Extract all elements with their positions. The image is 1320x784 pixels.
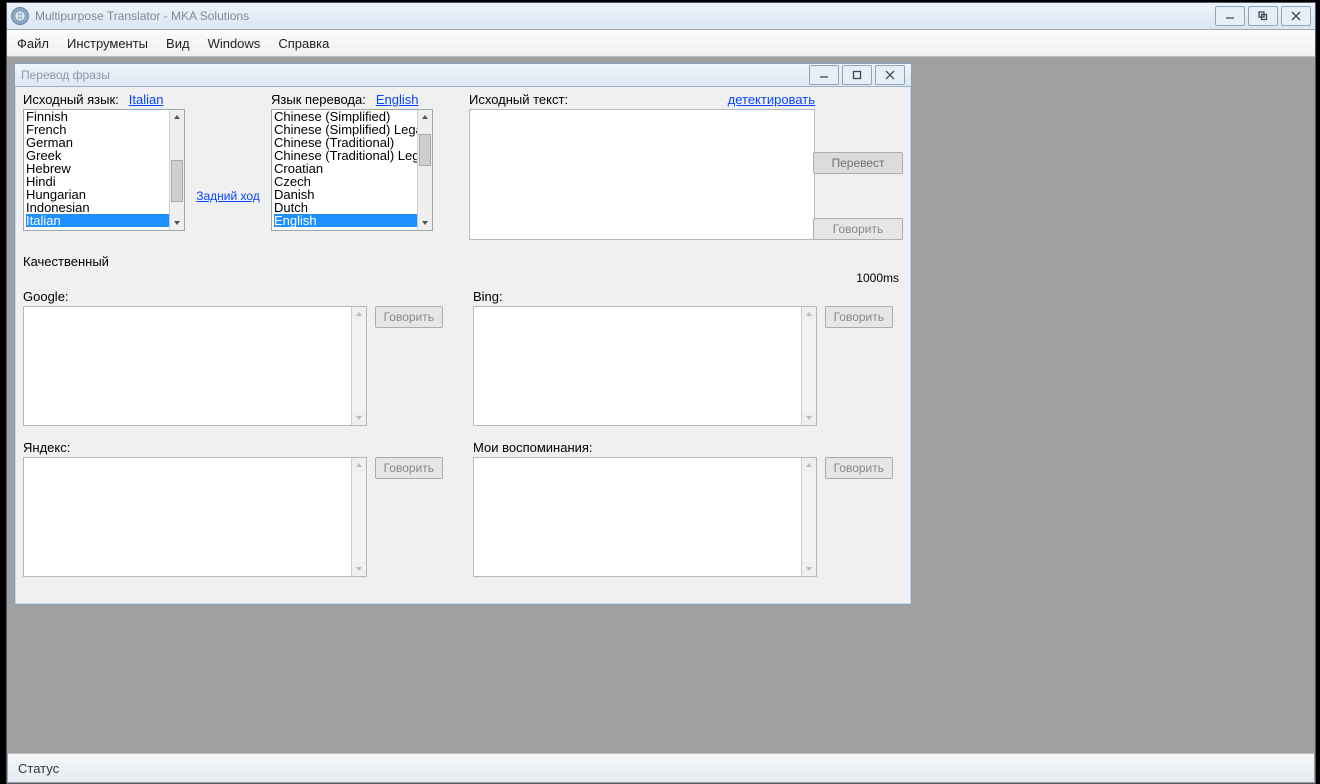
scrollbar[interactable] [801,458,816,576]
menu-help[interactable]: Справка [278,36,329,51]
result-textarea[interactable] [23,306,367,426]
globe-icon [11,7,29,25]
scroll-down-icon[interactable] [802,562,816,576]
list-item[interactable]: Italian [26,214,170,227]
target-lang-link[interactable]: English [376,92,419,107]
menu-file[interactable]: Файл [17,36,49,51]
speak-result-button[interactable]: Говорить [375,306,443,328]
source-lang-list[interactable]: FinnishFrenchGermanGreekHebrewHindiHunga… [23,109,185,231]
main-window: Multipurpose Translator - MKA Solutions … [6,2,1316,784]
speak-result-button[interactable]: Говорить [825,457,893,479]
detect-link[interactable]: детектировать [728,92,815,107]
list-item[interactable]: English [274,214,418,227]
scroll-up-icon[interactable] [418,110,432,124]
source-lang-label: Исходный язык: [23,92,119,107]
scroll-up-icon[interactable] [802,458,816,472]
status-text: Статус [18,761,59,776]
menu-tools[interactable]: Инструменты [67,36,148,51]
titlebar: Multipurpose Translator - MKA Solutions [7,3,1315,30]
scrollbar[interactable] [417,110,432,230]
app-title: Multipurpose Translator - MKA Solutions [35,9,249,23]
result-label: Google: [23,289,443,304]
scroll-down-icon[interactable] [352,411,366,425]
result-label: Мои воспоминания: [473,440,893,455]
scroll-down-icon[interactable] [170,216,184,230]
scrollbar[interactable] [801,307,816,425]
minimize-button[interactable] [1215,6,1245,26]
scrollbar[interactable] [351,307,366,425]
result-textarea[interactable] [23,457,367,577]
statusbar: Статус [8,753,1314,782]
scroll-down-icon[interactable] [352,562,366,576]
child-close-button[interactable] [875,65,905,85]
target-lang-list[interactable]: Chinese (Simplified)Chinese (Simplified)… [271,109,433,231]
close-button[interactable] [1281,6,1311,26]
speak-result-button[interactable]: Говорить [375,457,443,479]
menu-view[interactable]: Вид [166,36,190,51]
quality-label: Качественный [23,254,903,269]
scroll-up-icon[interactable] [170,110,184,124]
maximize-button[interactable] [1248,6,1278,26]
timing-label: 1000ms [23,271,903,285]
scrollbar[interactable] [169,110,184,230]
child-window: Перевод фразы Исходный язык: Italian [14,63,912,605]
scroll-up-icon[interactable] [352,458,366,472]
speak-source-button[interactable]: Говорить [813,218,903,240]
mdi-area: Перевод фразы Исходный язык: Italian [8,57,1314,753]
scrollbar[interactable] [351,458,366,576]
scroll-down-icon[interactable] [418,216,432,230]
scroll-thumb[interactable] [171,160,183,202]
source-text-label: Исходный текст: [469,92,568,107]
source-lang-link[interactable]: Italian [129,92,164,107]
target-lang-label: Язык перевода: [271,92,366,107]
result-label: Яндекс: [23,440,443,455]
child-title: Перевод фразы [21,68,110,82]
scroll-thumb[interactable] [419,134,431,166]
menubar: Файл Инструменты Вид Windows Справка [7,30,1315,57]
scroll-up-icon[interactable] [352,307,366,321]
translate-button[interactable]: Перевест [813,152,903,174]
speak-result-button[interactable]: Говорить [825,306,893,328]
source-text-input[interactable] [469,109,815,240]
scroll-up-icon[interactable] [802,307,816,321]
result-textarea[interactable] [473,306,817,426]
result-label: Bing: [473,289,893,304]
child-maximize-button[interactable] [842,65,872,85]
result-textarea[interactable] [473,457,817,577]
reverse-link[interactable]: Задний ход [196,189,260,203]
menu-windows[interactable]: Windows [208,36,261,51]
child-minimize-button[interactable] [809,65,839,85]
scroll-down-icon[interactable] [802,411,816,425]
child-titlebar: Перевод фразы [15,64,911,87]
